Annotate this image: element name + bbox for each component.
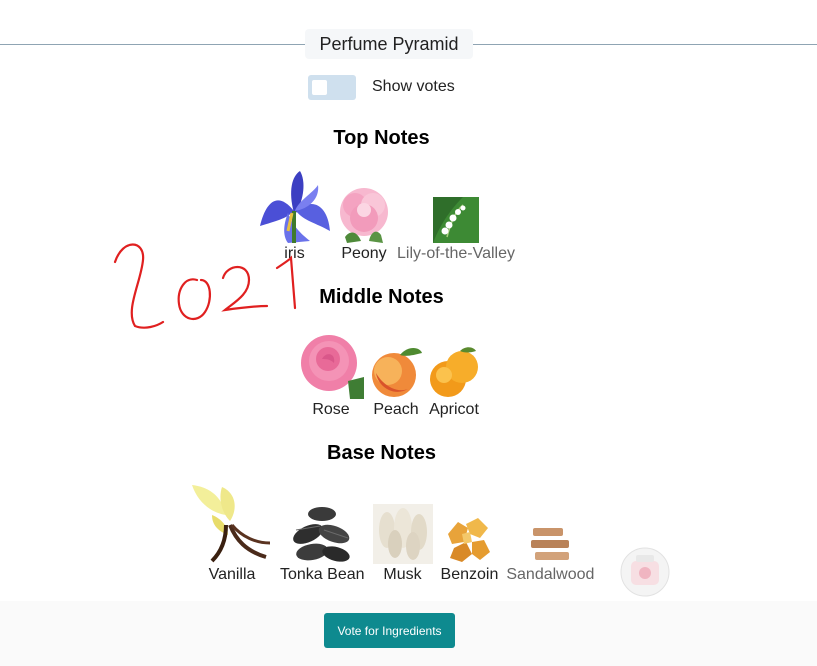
- apricot-icon: [430, 347, 478, 397]
- note-label: Tonka Bean: [280, 566, 365, 583]
- note-label: Lily-of-the-Valley: [397, 245, 515, 262]
- tonka-beans-icon: [293, 507, 350, 562]
- show-votes-label: Show votes: [372, 78, 455, 95]
- note-vanilla[interactable]: Vanilla: [192, 485, 272, 584]
- note-sandalwood[interactable]: Sandalwood: [506, 524, 594, 584]
- middle-notes-row: Rose Peach Apricot: [298, 333, 484, 419]
- note-lily-of-the-valley[interactable]: Lily-of-the-Valley: [397, 197, 515, 263]
- peach-icon: [372, 348, 422, 397]
- note-apricot[interactable]: Apricot: [428, 345, 480, 419]
- lily-of-the-valley-icon: [432, 197, 479, 243]
- sandalwood-sticks-icon: [531, 528, 570, 560]
- benzoin-resin-icon: [448, 518, 491, 562]
- note-label: Vanilla: [208, 566, 256, 583]
- top-notes-title: Top Notes: [333, 127, 430, 149]
- toggle-knob: [312, 79, 327, 95]
- base-notes-row: Vanilla Tonka Bean Musk Benzoin Sandalwo…: [192, 485, 598, 584]
- show-votes-toggle[interactable]: [308, 74, 356, 100]
- note-tonka-bean[interactable]: Tonka Bean: [280, 500, 365, 584]
- note-peach[interactable]: Peach: [368, 343, 424, 419]
- vote-for-ingredients-button[interactable]: Vote for Ingredients: [324, 613, 455, 648]
- vanilla-icon: [192, 485, 271, 563]
- note-label: Peach: [373, 401, 419, 418]
- show-votes-row: Show votes: [308, 74, 455, 100]
- note-label: Peony: [341, 245, 387, 262]
- note-label: Apricot: [429, 401, 479, 418]
- perfume-bottle-icon[interactable]: [620, 547, 670, 597]
- note-benzoin[interactable]: Benzoin: [440, 514, 499, 584]
- note-label: Musk: [383, 566, 422, 583]
- base-notes-title: Base Notes: [327, 442, 436, 464]
- musk-icon: [372, 504, 433, 564]
- iris-icon: [260, 171, 330, 243]
- note-label: Benzoin: [440, 566, 499, 583]
- note-rose[interactable]: Rose: [298, 333, 364, 419]
- note-label: Sandalwood: [506, 566, 595, 583]
- handwritten-2021-annotation: [113, 243, 297, 329]
- peony-icon: [340, 188, 388, 243]
- rose-icon: [301, 335, 364, 399]
- page-title: Perfume Pyramid: [305, 29, 473, 59]
- note-label: Rose: [312, 401, 350, 418]
- note-peony[interactable]: Peony: [335, 185, 393, 263]
- note-musk[interactable]: Musk: [372, 504, 433, 584]
